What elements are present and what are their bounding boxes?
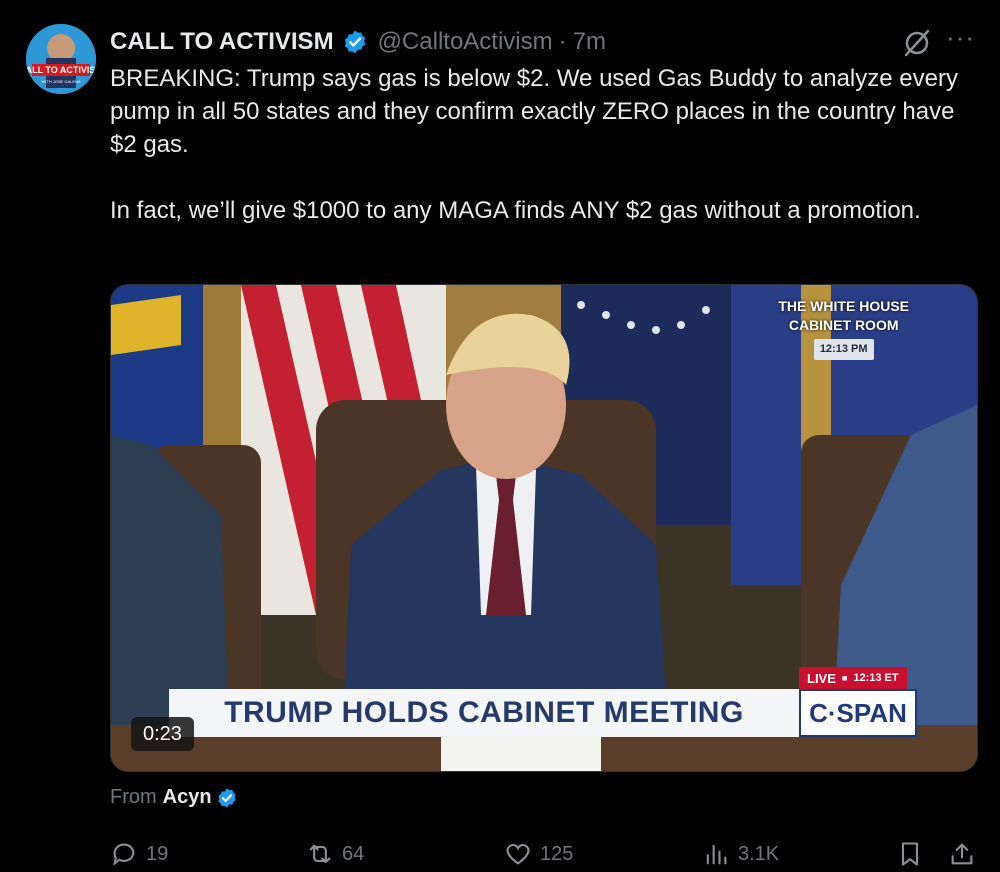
- share-icon: [951, 843, 973, 865]
- like-count: 125: [540, 842, 574, 865]
- action-bar: 19 64 125 3.1K: [0, 834, 1000, 872]
- share-button[interactable]: [948, 840, 976, 868]
- tweet-text: BREAKING: Trump says gas is below $2. We…: [110, 62, 970, 227]
- timestamp[interactable]: 7m: [573, 28, 606, 56]
- repost-button[interactable]: 64: [306, 840, 364, 868]
- tweet-header: CALL TO ACTIVISM @CalltoActivism · 7m: [110, 26, 606, 58]
- banner-text: TRUMP HOLDS CABINET MEETING: [224, 696, 744, 729]
- video-duration: 0:23: [131, 717, 194, 751]
- tweet: CALL TO ACTIVISM WITH JOSE GALENA CALL T…: [0, 0, 1000, 872]
- live-dot-icon: ■: [841, 673, 848, 683]
- like-icon: [506, 843, 530, 865]
- repost-count: 64: [342, 842, 365, 865]
- separator-dot: ·: [558, 28, 567, 55]
- location-time: 12:13 PM: [813, 339, 874, 360]
- views-icon: [706, 844, 727, 865]
- attribution: From Acyn: [110, 786, 238, 809]
- more-icon[interactable]: ···: [946, 22, 975, 53]
- live-label: LIVE: [807, 670, 836, 686]
- bookmark-icon: [901, 842, 919, 866]
- tweet-paragraph-1: BREAKING: Trump says gas is below $2. We…: [110, 65, 958, 158]
- reply-icon: [113, 843, 135, 866]
- location-line-2: CABINET ROOM: [788, 317, 899, 333]
- network-logo-text: C·SPAN: [809, 697, 907, 728]
- avatar-logo-subtext: WITH JOSE GALENA: [41, 79, 80, 84]
- author-name[interactable]: CALL TO ACTIVISM: [110, 28, 334, 56]
- network-logo: C·SPAN: [799, 689, 917, 737]
- avatar-logo-text: CALL TO ACTIVISM: [26, 65, 96, 75]
- location-line-1: THE WHITE HOUSE: [778, 298, 909, 314]
- live-indicator: LIVE ■ 12:13 ET: [799, 667, 907, 689]
- like-button[interactable]: 125: [504, 840, 573, 868]
- tweet-paragraph-2: In fact, we’ll give $1000 to any MAGA fi…: [110, 197, 921, 224]
- from-label: From: [110, 786, 157, 808]
- reply-count: 19: [146, 842, 169, 865]
- lower-third-banner: TRUMP HOLDS CABINET MEETING: [169, 689, 799, 737]
- repost-icon: [309, 844, 331, 864]
- verified-badge-icon: [344, 30, 365, 54]
- verified-badge-icon: [217, 787, 236, 808]
- location-overlay: THE WHITE HOUSE CABINET ROOM 12:13 PM: [778, 297, 909, 360]
- reply-button[interactable]: 19: [110, 840, 168, 868]
- live-time: 12:13 ET: [853, 672, 899, 684]
- author-handle[interactable]: @CalltoActivism: [378, 28, 553, 56]
- source-account-link[interactable]: Acyn: [163, 786, 212, 809]
- video-player[interactable]: THE WHITE HOUSE CABINET ROOM 12:13 PM LI…: [110, 284, 978, 772]
- bookmark-button[interactable]: [896, 840, 924, 868]
- views-button[interactable]: 3.1K: [702, 840, 779, 868]
- views-count: 3.1K: [738, 842, 780, 865]
- avatar[interactable]: CALL TO ACTIVISM WITH JOSE GALENA: [26, 24, 96, 94]
- grok-icon[interactable]: [902, 28, 932, 58]
